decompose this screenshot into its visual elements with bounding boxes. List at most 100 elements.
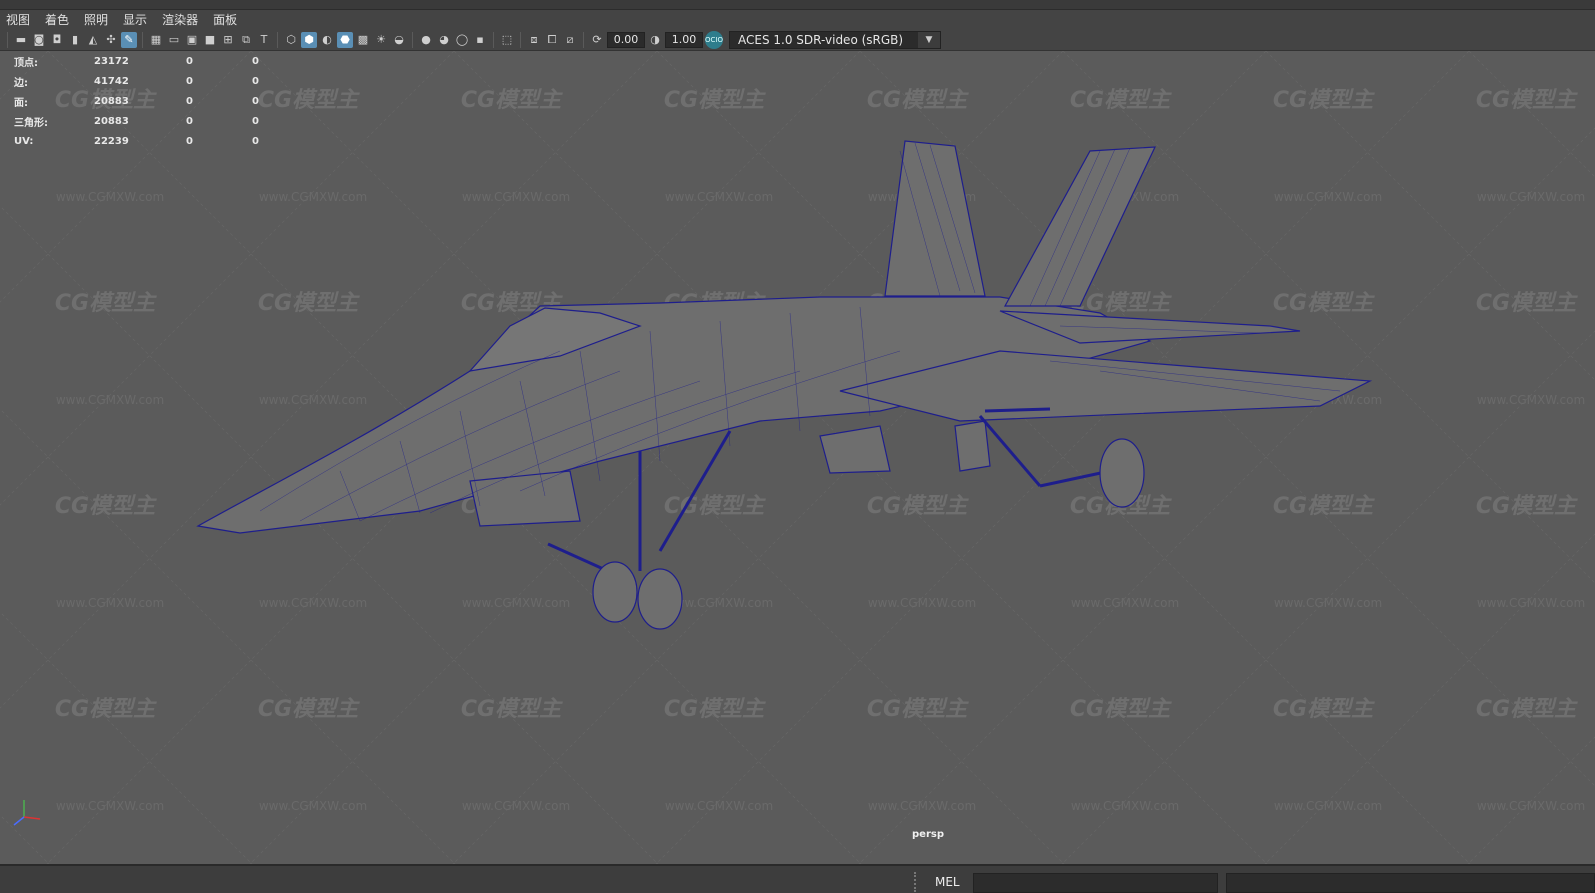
depth-of-field-icon[interactable]: ▪ (472, 32, 488, 48)
stat-row-vertices: 顶点: 23172 0 0 (14, 51, 259, 71)
shadows-icon[interactable]: ◒ (391, 32, 407, 48)
screen-space-ao-icon[interactable]: ● (418, 32, 434, 48)
bookmark-icon[interactable]: ▮ (67, 32, 83, 48)
watermark-logo: CG模型主 (664, 88, 766, 113)
stat-value: 0 (186, 95, 193, 107)
safe-action-icon[interactable]: ⧉ (238, 32, 254, 48)
watermark-url: www.CGMXW.com (868, 596, 976, 610)
menu-panels[interactable]: 面板 (213, 11, 237, 28)
watermark-url: www.CGMXW.com (462, 596, 570, 610)
watermark-url: www.CGMXW.com (1477, 799, 1585, 813)
watermark-grid (0, 51, 1595, 864)
nose-wheel-left (592, 561, 638, 623)
stat-label: 三角形: (14, 117, 48, 129)
xray-icon[interactable]: ⧈ (526, 32, 542, 48)
menu-shading[interactable]: 着色 (45, 11, 69, 28)
watermark-logo: CG模型主 (1476, 697, 1578, 722)
watermark-url: www.CGMXW.com (56, 596, 164, 610)
gate-mask-icon[interactable]: ■ (202, 32, 218, 48)
toolbar-separator (142, 31, 143, 48)
menu-lighting[interactable]: 照明 (84, 11, 108, 28)
camera-attributes-icon[interactable]: ◙ (31, 32, 47, 48)
isolate-select-icon[interactable]: ⬚ (499, 32, 515, 48)
watermark-logo: CG模型主 (664, 697, 766, 722)
watermark-logo: CG模型主 (1273, 494, 1375, 519)
toolbar-separator (493, 31, 494, 48)
exposure-icon[interactable]: ⟳ (589, 32, 605, 48)
toolbar-separator (7, 31, 8, 48)
menu-view[interactable]: 视图 (6, 11, 30, 28)
script-language-toggle[interactable]: MEL (935, 875, 960, 889)
field-chart-icon[interactable]: ⊞ (220, 32, 236, 48)
watermark-url: www.CGMXW.com (1071, 799, 1179, 813)
toolbar-separator (583, 31, 584, 48)
xray-active-components-icon[interactable]: ⧠ (544, 32, 560, 48)
watermark-logo: CG模型主 (867, 494, 969, 519)
camera-icon[interactable]: ▬ (13, 32, 29, 48)
main-wheel (1099, 438, 1145, 508)
image-plane-icon[interactable]: ◭ (85, 32, 101, 48)
stat-row-edges: 边: 41742 0 0 (14, 71, 259, 91)
stat-value: 0 (252, 55, 259, 67)
stat-value: 41742 (94, 75, 129, 87)
command-input[interactable] (973, 873, 1218, 893)
stat-value: 0 (252, 95, 259, 107)
wireframe-on-shaded-icon[interactable]: ⬣ (337, 31, 353, 48)
film-gate-icon[interactable]: ▭ (166, 32, 182, 48)
view-transform-dropdown[interactable]: ACES 1.0 SDR-video (sRGB) ▼ (729, 30, 941, 49)
watermark-logo: CG模型主 (1070, 697, 1172, 722)
smooth-shade-all-icon[interactable]: ⬢ (301, 31, 317, 48)
gamma-field[interactable]: 1.00 (665, 31, 703, 48)
stat-value: 0 (186, 75, 193, 87)
stat-row-triangles: 三角形: 20883 0 0 (14, 111, 259, 131)
menu-renderer[interactable]: 渲染器 (162, 11, 198, 28)
watermark-url: www.CGMXW.com (462, 799, 570, 813)
use-default-material-icon[interactable]: ◐ (319, 32, 335, 48)
watermark-url: www.CGMXW.com (56, 799, 164, 813)
watermark-url: www.CGMXW.com (56, 393, 164, 407)
stat-value: 0 (186, 55, 193, 67)
textured-icon[interactable]: ▩ (355, 32, 371, 48)
watermark-logo: CG模型主 (867, 697, 969, 722)
watermark-url: www.CGMXW.com (259, 393, 367, 407)
grease-pencil-icon[interactable]: ✎ (121, 31, 137, 48)
watermark-logo: CG模型主 (55, 291, 157, 316)
stat-value: 20883 (94, 95, 129, 107)
bookmark-camera-icon[interactable]: ◘ (49, 32, 65, 48)
color-management-icon[interactable]: OCIO (705, 30, 723, 49)
camera-name-label: persp (912, 829, 944, 840)
watermark-url: www.CGMXW.com (1274, 190, 1382, 204)
3d-viewport[interactable]: CG模型主 www.CGMXW.com CG模型主 www.CGMXW.com CG模型… (0, 51, 1595, 864)
watermark-url: www.CGMXW.com (1477, 596, 1585, 610)
gamma-icon[interactable]: ◑ (647, 32, 663, 48)
watermark-url: www.CGMXW.com (665, 799, 773, 813)
viewport-canvas: CG模型主 www.CGMXW.com CG模型主 www.CGMXW.com CG模型… (0, 51, 1595, 864)
drag-handle-icon[interactable] (914, 872, 920, 892)
stat-row-uvs: UV: 22239 0 0 (14, 131, 259, 151)
watermark-url: www.CGMXW.com (259, 190, 367, 204)
safe-title-icon[interactable]: T (256, 32, 272, 48)
toolbar-separator (277, 31, 278, 48)
use-all-lights-icon[interactable]: ☀ (373, 32, 389, 48)
2d-pan-zoom-icon[interactable]: ✣ (103, 32, 119, 48)
multisample-aa-icon[interactable]: ◯ (454, 32, 470, 48)
menu-show[interactable]: 显示 (123, 11, 147, 28)
motion-blur-icon[interactable]: ◕ (436, 32, 452, 48)
watermark-logo: CG模型主 (258, 697, 360, 722)
stat-value: 22239 (94, 135, 129, 147)
exposure-field[interactable]: 0.00 (607, 31, 645, 48)
toolbar-separator (412, 31, 413, 48)
watermark-logo: CG模型主 (1273, 88, 1375, 113)
grid-icon[interactable]: ▦ (148, 32, 164, 48)
watermark-url: www.CGMXW.com (56, 190, 164, 204)
xray-joints-icon[interactable]: ⧄ (562, 32, 578, 48)
resolution-gate-icon[interactable]: ▣ (184, 32, 200, 48)
ventral-pod (469, 470, 581, 527)
stat-value: 23172 (94, 55, 129, 67)
wireframe-icon[interactable]: ⬡ (283, 32, 299, 48)
stat-value: 0 (186, 135, 193, 147)
view-axis-gizmo (13, 800, 41, 826)
chevron-down-icon: ▼ (918, 31, 940, 48)
stat-value: 0 (252, 115, 259, 127)
watermark-logo: CG模型主 (55, 697, 157, 722)
